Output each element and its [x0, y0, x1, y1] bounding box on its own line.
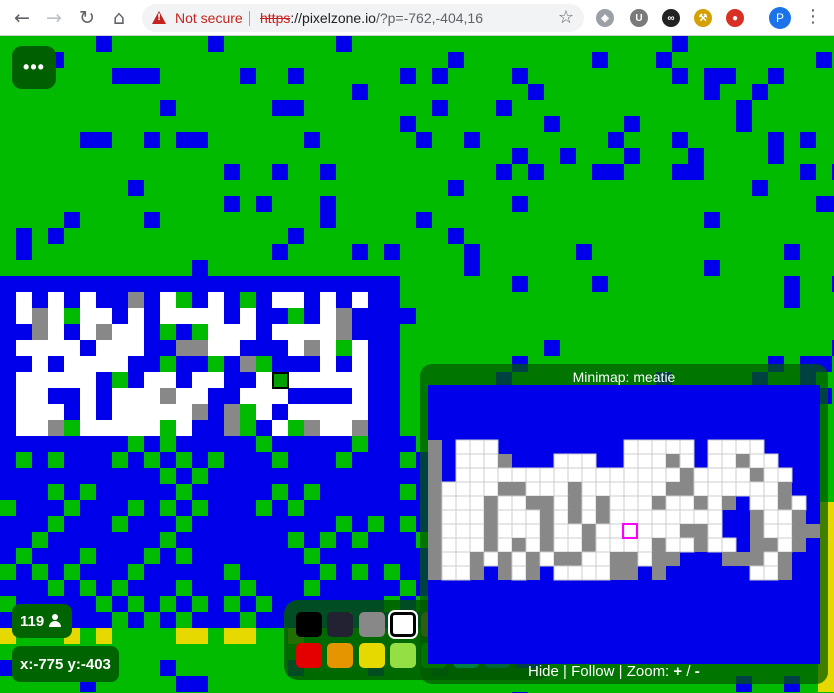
address-bar[interactable]: Not secure https://pixelzone.io/?p=-762,…	[142, 4, 584, 32]
palette-swatch[interactable]	[387, 610, 418, 639]
minimap-zoom-out-button[interactable]: -	[695, 663, 700, 680]
address-separator	[249, 11, 250, 26]
broom-extension-icon[interactable]: ⚒	[694, 9, 712, 27]
bookmark-star-icon[interactable]: ☆	[558, 7, 574, 28]
profile-avatar[interactable]: P	[769, 7, 791, 29]
minimap-view[interactable]	[428, 385, 820, 664]
game-menu-button[interactable]: •••	[12, 46, 56, 89]
minimap-separator: |	[563, 663, 567, 680]
online-users-badge: 119	[12, 604, 73, 638]
record-extension-icon[interactable]: ●	[726, 9, 744, 27]
minimap-title: Minimap: meatie	[572, 369, 676, 385]
url-scheme: https	[260, 10, 291, 26]
palette-swatch[interactable]	[327, 643, 354, 668]
home-icon[interactable]: ⌂	[107, 6, 131, 30]
forward-icon[interactable]: →	[42, 6, 66, 30]
coordinates-display: x:-775 y:-403	[12, 646, 119, 682]
minimap-zoom-slash: /	[686, 663, 691, 680]
back-icon[interactable]: ←	[10, 6, 34, 30]
shield-extension-icon[interactable]: ◈	[596, 9, 614, 27]
user-icon	[48, 614, 62, 628]
palette-swatch[interactable]	[296, 643, 322, 668]
browser-menu-icon[interactable]: ⋮	[804, 7, 822, 29]
not-secure-label[interactable]: Not secure	[175, 10, 243, 26]
palette-swatch[interactable]	[327, 612, 354, 637]
warning-icon[interactable]	[152, 11, 166, 24]
palette-swatch[interactable]	[389, 643, 416, 668]
reload-icon[interactable]: ↻	[75, 6, 99, 30]
u-extension-icon[interactable]: U	[630, 9, 648, 27]
minimap-controls: Hide | Follow | Zoom: + / -	[528, 663, 700, 680]
palette-swatch[interactable]	[296, 612, 322, 637]
minimap-zoom-label: Zoom:	[626, 663, 670, 680]
minimap-separator: |	[618, 663, 623, 680]
online-count: 119	[20, 612, 45, 630]
loop-extension-icon[interactable]: ∞	[662, 9, 680, 27]
minimap-follow-button[interactable]: Follow	[571, 663, 614, 680]
url-host: ://pixelzone.io	[290, 10, 376, 26]
url-path: /?p=-762,-404,16	[375, 10, 483, 26]
cursor-cell[interactable]	[272, 372, 289, 389]
minimap-hide-button[interactable]: Hide	[528, 663, 559, 680]
palette-swatch[interactable]	[358, 612, 385, 637]
palette-swatch[interactable]	[358, 643, 385, 668]
browser-toolbar: ← → ↻ ⌂ Not secure https://pixelzone.io/…	[0, 0, 834, 36]
url-text[interactable]: https://pixelzone.io/?p=-762,-404,16	[260, 10, 483, 26]
minimap-zoom-in-button[interactable]: +	[673, 663, 682, 680]
minimap-panel: Minimap: meatie Hide | Follow | Zoom: + …	[420, 364, 828, 684]
